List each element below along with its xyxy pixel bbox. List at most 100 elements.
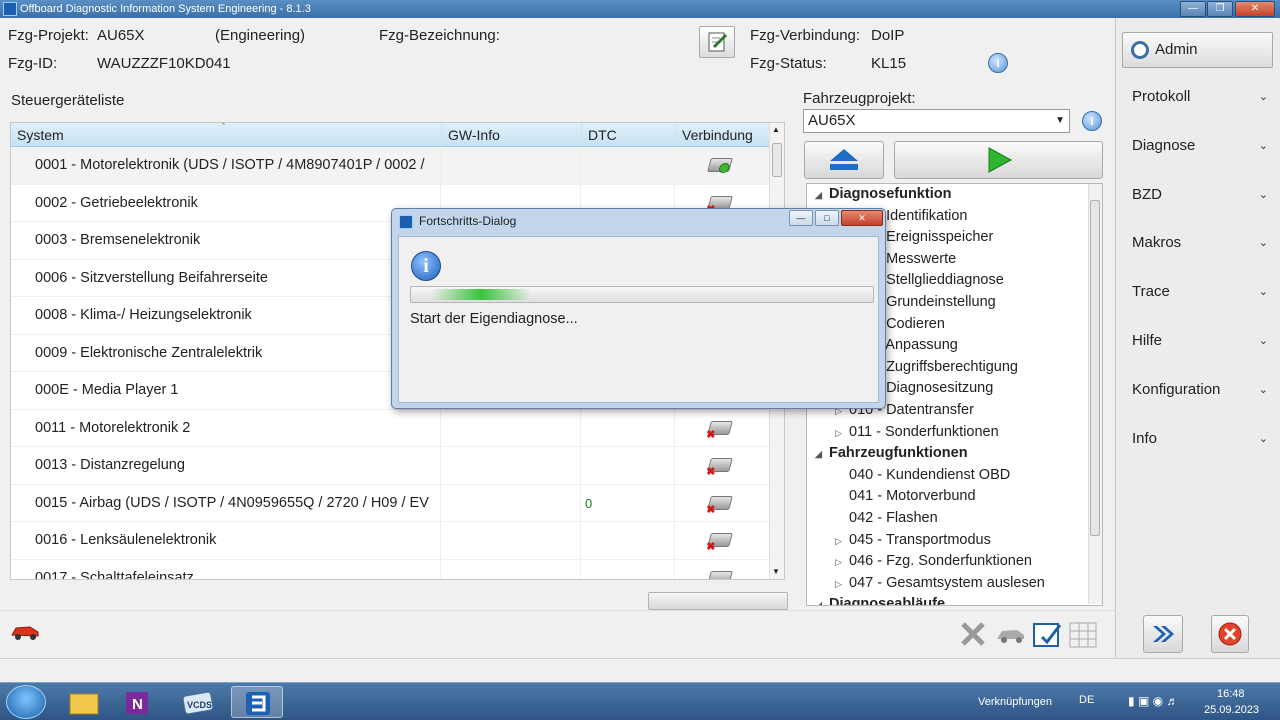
ecu-system-name: 000E - Media Player 1 (35, 382, 179, 398)
scroll-up-icon[interactable]: ▲ (772, 125, 780, 134)
taskbar-onenote[interactable]: N (112, 686, 164, 718)
sidebar-item[interactable]: Diagnose ⌄ (1132, 137, 1272, 161)
sidebar-item[interactable]: Protokoll ⌄ (1132, 88, 1272, 112)
car-icon[interactable] (10, 622, 40, 640)
connection-status-icon (707, 158, 733, 173)
ecu-row[interactable]: 0017 - Schalttafeleinsatz ✖ (11, 559, 769, 579)
collapse-icon: ◢ (815, 600, 822, 606)
fzg-id-value: WAUZZZF10KD041 (97, 55, 231, 72)
chevron-down-icon: ⌄ (1258, 432, 1268, 445)
tree-group[interactable]: ◢ Diagnosefunktion (815, 186, 951, 208)
checklist-icon[interactable] (1032, 619, 1062, 649)
ecu-row[interactable]: 0001 - Motorelektronik (UDS / ISOTP / 4M… (11, 147, 769, 185)
vcds-icon: VCDS (182, 691, 214, 715)
status-value: KL15 (871, 55, 907, 72)
progress-dialog: Fortschritts-Dialog — □ ✕ i Start der Ei… (391, 208, 886, 409)
tree-group[interactable]: ◢ Fahrzeugfunktionen (815, 445, 968, 467)
gear-icon (1131, 41, 1149, 59)
dialog-minimize-button[interactable]: — (789, 210, 813, 226)
ecu-row[interactable]: 0016 - Lenksäulenelektronik ✖ (11, 522, 769, 560)
dialog-maximize-button[interactable]: □ (815, 210, 839, 226)
onenote-icon: N (126, 692, 148, 714)
start-button[interactable] (6, 685, 46, 719)
sidebar-item-label: Makros (1132, 234, 1182, 252)
edit-vehicle-button[interactable] (699, 26, 735, 58)
tree-group-label: Fahrzeugfunktionen (829, 445, 968, 462)
horizontal-scrollbar[interactable] (648, 592, 788, 610)
ecu-system-name: 0003 - Bremsenelektronik (35, 232, 201, 248)
chevron-down-icon: ▼ (1055, 115, 1065, 126)
clock-time[interactable]: 16:48 (1217, 688, 1245, 700)
tray-icons[interactable]: ▮ ▣ ◉ ♬ (1128, 694, 1178, 708)
verbindung-label: Fzg-Verbindung: (750, 27, 861, 44)
admin-button[interactable]: Admin (1122, 32, 1273, 68)
ecu-system-name: 0002 - Getriebeelektronik (35, 194, 198, 211)
col-header-verbindung[interactable]: Verbindung (675, 123, 769, 147)
dialog-close-button[interactable]: ✕ (841, 210, 883, 226)
taskbar-odis[interactable] (231, 686, 283, 718)
tree-item[interactable]: 041 - Motorverbund (835, 488, 976, 510)
sidebar-item[interactable]: Info ⌄ (1132, 430, 1272, 454)
connection-status-icon: ✖ (706, 533, 733, 553)
start-button[interactable] (894, 141, 1103, 179)
ecu-system-name: 0008 - Klima-/ Heizungselektronik (35, 307, 252, 323)
tree-scroll-thumb[interactable] (1090, 200, 1100, 536)
tree-item-label: 011 - Sonderfunktionen (849, 423, 999, 440)
scroll-down-icon[interactable]: ▼ (772, 567, 780, 576)
ecu-scroll-thumb[interactable] (772, 143, 782, 177)
col-header-gw-info[interactable]: GW-Info (441, 123, 581, 147)
eject-button[interactable] (804, 141, 884, 179)
ecu-row[interactable]: 0013 - Distanzregelung ✖ (11, 447, 769, 485)
taskbar-vcds[interactable]: VCDS (172, 686, 224, 718)
status-bar (0, 658, 1280, 682)
minimize-button[interactable]: — (1180, 1, 1206, 17)
grid-icon[interactable] (1068, 619, 1098, 649)
chevron-down-icon: ⌄ (1258, 237, 1268, 250)
chevron-down-icon: ⌄ (1258, 383, 1268, 396)
tree-item[interactable]: ▷ 045 - Transportmodus (835, 532, 991, 554)
sidebar-item[interactable]: Makros ⌄ (1132, 234, 1272, 258)
cancel-button[interactable] (1211, 615, 1249, 653)
sidebar-item[interactable]: Konfiguration ⌄ (1132, 381, 1272, 405)
expand-icon: ▷ (835, 535, 842, 546)
col-header-system[interactable]: System (11, 123, 441, 147)
tree-item-label: 045 - Transportmodus (849, 531, 991, 548)
tree-group[interactable]: ◢ Diagnoseabläufe (815, 596, 945, 606)
fahrzeugprojekt-select[interactable]: AU65X ▼ (803, 109, 1070, 133)
bezeichnung-label: Fzg-Bezeichnung: (379, 27, 500, 44)
tree-item[interactable]: 042 - Flashen (835, 510, 938, 532)
vehicle-icon[interactable] (995, 619, 1025, 649)
forward-button[interactable] (1143, 615, 1183, 653)
tree-item[interactable]: ▷ 047 - Gesamtsystem auslesen (835, 575, 1045, 597)
tools-icon[interactable] (958, 619, 988, 649)
ecu-system-name: 0009 - Elektronische Zentralelektrik (35, 344, 263, 361)
ecu-row[interactable]: 0015 - Airbag (UDS / ISOTP / 4N0959655Q … (11, 484, 769, 522)
info-icon[interactable]: i (988, 53, 1008, 73)
ecu-list-title: Steuergeräteliste (11, 92, 125, 109)
clock-date[interactable]: 25.09.2023 (1204, 704, 1259, 716)
tree-item[interactable]: ▷ 011 - Sonderfunktionen (835, 424, 999, 446)
restore-button[interactable]: ❐ (1207, 1, 1233, 17)
connection-status-icon: ✖ (706, 458, 733, 478)
project-info-icon[interactable]: i (1082, 111, 1102, 131)
taskbar-links[interactable]: Verknüpfungen (978, 696, 1052, 708)
projekt-value: AU65X (97, 27, 145, 44)
tree-item[interactable]: 040 - Kundendienst OBD (835, 467, 1010, 489)
dialog-title: Fortschritts-Dialog (419, 214, 517, 228)
sidebar-item[interactable]: Hilfe ⌄ (1132, 332, 1272, 356)
sidebar-item-label: Diagnose (1132, 136, 1196, 154)
info-icon: i (411, 251, 441, 281)
sidebar-item[interactable]: BZD ⌄ (1132, 186, 1272, 210)
window-title: Offboard Diagnostic Information System E… (20, 3, 311, 15)
sidebar-item[interactable]: Trace ⌄ (1132, 283, 1272, 307)
window-titlebar[interactable]: Offboard Diagnostic Information System E… (0, 0, 1280, 18)
tree-item-label: 047 - Gesamtsystem auslesen (849, 574, 1045, 591)
sidebar-item-label: Protokoll (1132, 88, 1191, 105)
col-header-dtc[interactable]: DTC (581, 123, 675, 147)
language-indicator[interactable]: DE (1079, 694, 1094, 706)
ecu-row[interactable]: 0011 - Motorelektronik 2 ✖ (11, 409, 769, 447)
tree-item[interactable]: ▷ 046 - Fzg. Sonderfunktionen (835, 553, 1032, 575)
taskbar-explorer[interactable] (58, 686, 110, 718)
close-window-button[interactable]: ✕ (1235, 1, 1275, 17)
tree-item-label: 041 - Motorverbund (849, 488, 976, 505)
